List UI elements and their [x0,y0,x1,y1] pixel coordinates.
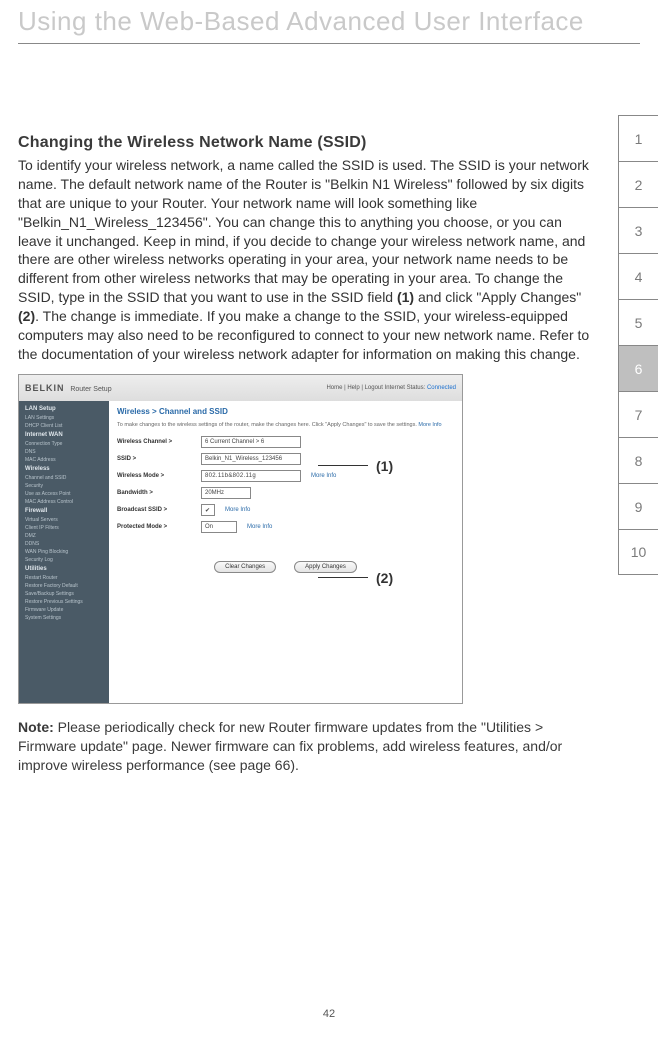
page-number: 42 [0,1008,658,1020]
channel-select[interactable]: 6 Current Channel > 6 [201,436,301,448]
section-tab-6[interactable]: 6 [618,345,658,391]
section-tab-4[interactable]: 4 [618,253,658,299]
protected-label: Protected Mode > [117,524,195,530]
top-links-text: Home | Help | Logout Internet Status: [326,385,425,391]
callout-1: (1) [318,458,393,474]
sidebar-heading: LAN Setup [23,405,105,413]
para-pre: To identify your wireless network, a nam… [18,157,589,305]
ref-2: (2) [18,308,35,324]
sidebar-item[interactable]: Use as Access Point [23,491,105,497]
sidebar-item[interactable]: DNS [23,449,105,455]
sidebar-item[interactable]: System Settings [23,615,105,621]
sidebar-heading: Utilities [23,565,105,573]
callout-2: (2) [318,570,393,586]
sidebar-item[interactable]: Firmware Update [23,607,105,613]
breadcrumb: Wireless > Channel and SSID [117,407,454,416]
sidebar-item[interactable]: Restore Factory Default [23,583,105,589]
router-ui: BELKIN Router Setup Home | Help | Logout… [18,374,463,704]
sidebar-item[interactable]: Restore Previous Settings [23,599,105,605]
para-mid: and click "Apply Changes" [414,289,581,305]
broadcast-label: Broadcast SSID > [117,507,195,513]
top-right-links: Home | Help | Logout Internet Status: Co… [326,385,456,391]
callout-1-label: (1) [376,458,393,474]
callout-line [318,577,368,578]
more-info-link[interactable]: More Info [247,524,272,530]
router-sidebar: LAN Setup LAN Settings DHCP Client List Int… [19,401,109,703]
mode-label: Wireless Mode > [117,473,195,479]
broadcast-checkbox[interactable]: ✔ [201,504,215,516]
sidebar-item[interactable]: Restart Router [23,575,105,581]
sidebar-item[interactable]: Security [23,483,105,489]
ssid-input[interactable]: Belkin_N1_Wireless_123456 [201,453,301,465]
section-tab-3[interactable]: 3 [618,207,658,253]
channel-label: Wireless Channel > [117,439,195,445]
section-tab-8[interactable]: 8 [618,437,658,483]
note-text: Please periodically check for new Router… [18,719,562,773]
sidebar-item[interactable]: Virtual Servers [23,517,105,523]
sidebar-item[interactable]: Security Log [23,557,105,563]
section-paragraph: To identify your wireless network, a nam… [18,156,590,364]
sidebar-item[interactable]: MAC Address Control [23,499,105,505]
section-tab-1[interactable]: 1 [618,115,658,161]
section-tab-7[interactable]: 7 [618,391,658,437]
status-connected: Connected [427,385,456,391]
callout-line [318,465,368,466]
sidebar-item[interactable]: DDNS [23,541,105,547]
more-info-link[interactable]: More Info [225,507,250,513]
protected-select[interactable]: On [201,521,237,533]
sidebar-item[interactable]: MAC Address [23,457,105,463]
brand-logo: BELKIN [25,383,65,393]
sidebar-item[interactable]: Connection Type [23,441,105,447]
note-paragraph: Note: Please periodically check for new … [18,718,590,775]
helper-pre: To make changes to the wireless settings… [117,422,418,428]
section-tab-2[interactable]: 2 [618,161,658,207]
mode-select[interactable]: 802.11b&802.11g [201,470,301,482]
sidebar-item[interactable]: WAN Ping Blocking [23,549,105,555]
clear-changes-button[interactable]: Clear Changes [214,561,276,573]
sidebar-item[interactable]: Client IP Filters [23,525,105,531]
ref-1: (1) [397,289,414,305]
sidebar-heading: Internet WAN [23,431,105,439]
section-tab-10[interactable]: 10 [618,529,658,575]
bandwidth-label: Bandwidth > [117,490,195,496]
sidebar-heading: Firewall [23,507,105,515]
bandwidth-select[interactable]: 20MHz [201,487,251,499]
helper-text: To make changes to the wireless settings… [117,422,454,429]
section-heading: Changing the Wireless Network Name (SSID… [18,134,590,152]
section-tabs: 12345678910 [618,115,658,575]
more-info-link[interactable]: More Info [418,422,441,428]
page-title: Using the Web-Based Advanced User Interf… [18,0,640,44]
note-label: Note: [18,719,54,735]
sidebar-item[interactable]: LAN Settings [23,415,105,421]
sidebar-item[interactable]: DMZ [23,533,105,539]
sidebar-item[interactable]: Save/Backup Settings [23,591,105,597]
section-tab-5[interactable]: 5 [618,299,658,345]
para-post: . The change is immediate. If you make a… [18,308,589,362]
setup-label: Router Setup [70,386,111,393]
sidebar-heading: Wireless [23,465,105,473]
ssid-label: SSID > [117,456,195,462]
router-screenshot: BELKIN Router Setup Home | Help | Logout… [18,374,463,704]
router-top-bar: BELKIN Router Setup Home | Help | Logout… [19,375,462,401]
section-tab-9[interactable]: 9 [618,483,658,529]
router-main: Wireless > Channel and SSID To make chan… [109,401,462,703]
more-info-link[interactable]: More Info [311,473,336,479]
sidebar-item[interactable]: DHCP Client List [23,423,105,429]
sidebar-item[interactable]: Channel and SSID [23,475,105,481]
callout-2-label: (2) [376,570,393,586]
